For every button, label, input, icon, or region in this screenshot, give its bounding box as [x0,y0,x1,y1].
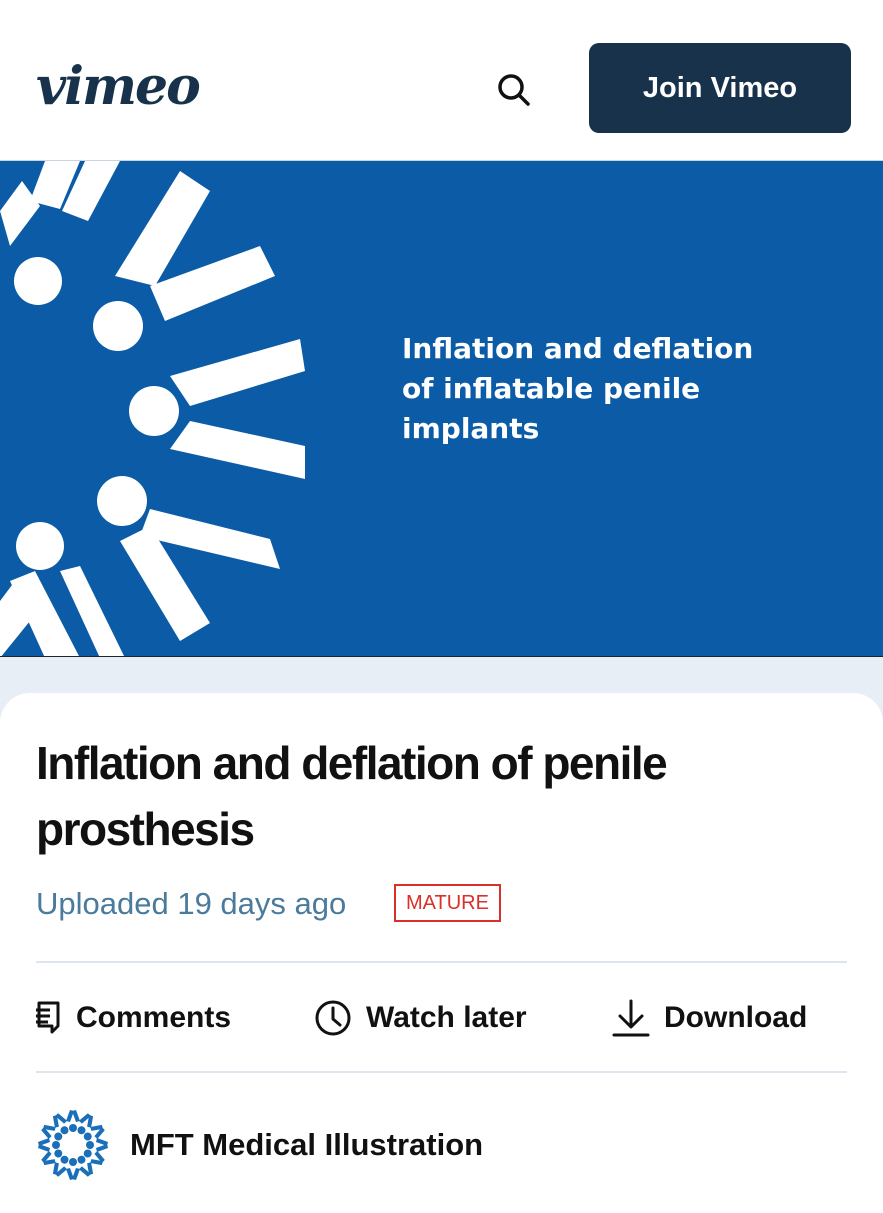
video-poster-title: Inflation and deflation of inflatable pe… [402,329,842,449]
watch-later-button[interactable]: Watch later [314,994,527,1042]
channel-row[interactable]: MFT Medical Illustration [36,1108,483,1182]
top-bar: vimeo Join Vimeo [0,0,883,160]
video-poster-title-line: of inflatable penile [402,372,701,405]
download-label: Download [664,1001,808,1034]
video-poster-title-line: implants [402,412,540,445]
download-icon [612,999,650,1037]
search-button[interactable] [488,64,540,116]
search-icon [498,74,530,106]
channel-name[interactable]: MFT Medical Illustration [130,1127,483,1163]
clock-icon [315,1000,351,1036]
comments-label: Comments [76,1001,232,1034]
comments-button[interactable]: Comments [36,994,231,1042]
mft-logo-icon[interactable] [36,1108,110,1182]
upload-date: Uploaded 19 days ago [36,886,347,921]
divider [36,1071,847,1073]
video-title: Inflation and deflation of penile prosth… [36,737,668,855]
watch-later-label: Watch later [366,1001,527,1034]
vimeo-logo[interactable]: vimeo [36,52,201,122]
join-vimeo-button[interactable]: Join Vimeo [589,43,851,133]
video-player[interactable]: Inflation and deflation of inflatable pe… [0,160,883,657]
mature-badge: MATURE [394,884,501,922]
download-button[interactable]: Download [612,994,807,1042]
comments-icon [36,1001,60,1034]
video-poster-title-line: Inflation and deflation [402,332,754,365]
divider [36,961,847,963]
